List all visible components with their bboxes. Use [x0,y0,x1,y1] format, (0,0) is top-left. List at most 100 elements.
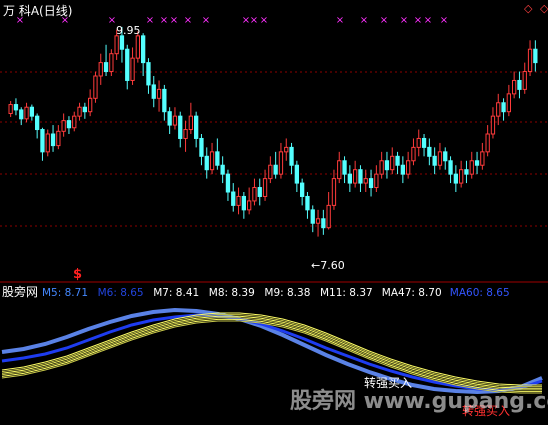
candle-body [167,111,172,126]
legend-item: M6: 8.65 [98,287,144,299]
candle-body [125,48,130,81]
candle-body [363,178,368,184]
candle-body [156,88,162,99]
candle-body [35,115,40,131]
signal-dollar-icon: $ [73,267,82,282]
candle-body [453,173,459,184]
candle-body [93,75,98,99]
top-marker: × [170,15,178,26]
candle-body [289,146,294,166]
series-line-m6 [1,313,543,392]
candle-body [326,204,331,229]
legend-item: M8: 8.39 [209,287,255,299]
candle-body [135,35,140,59]
high-price-label: 9.95 [116,24,141,37]
candle-body [13,104,19,111]
legend-item: M5: 8.71 [42,287,88,299]
candle-body [29,106,35,117]
indicator-name: 股旁网 [2,284,38,299]
candle-body [77,106,82,117]
candle-body [141,35,146,64]
legend-item: MA47: 8.70 [382,287,442,299]
candle-body [257,187,262,197]
candle-body [151,84,156,99]
candle-body [278,151,284,175]
low-price-label: ←7.60 [311,259,345,272]
candle-body [432,155,437,166]
candle-body [496,102,501,117]
candle-body [305,195,310,211]
candle-body [220,164,225,175]
candle-body [469,160,474,175]
diamond-icon[interactable]: ◇ [540,2,548,15]
candle-body [241,195,246,211]
top-marker: × [260,15,268,26]
top-marker: × [414,15,422,26]
candle-body [406,160,411,175]
candle-body [421,137,427,148]
candle-body [331,178,337,206]
top-marker: × [424,15,432,26]
candle-body [485,133,490,153]
candle-body [188,115,193,131]
candle-body [284,146,289,153]
candle-body [66,120,72,129]
candle-body [501,102,506,113]
candle-body [437,151,443,166]
top-marker: × [202,15,210,26]
candle-body [310,209,315,224]
chart-title: 万 科A(日线) [3,4,72,18]
top-marker: × [360,15,368,26]
legend-item: M7: 8.41 [153,287,199,299]
candle-body [390,155,395,171]
top-marker: × [160,15,168,26]
candle-body [400,164,406,175]
candle-body [262,178,268,197]
top-marker: × [440,15,448,26]
top-marker: × [250,15,258,26]
top-markers: × × × × × × × × × × × × × × × × × × [16,15,448,26]
candle-body [8,104,13,114]
candle-body [315,218,321,224]
legend-item: MA60: 8.65 [450,287,510,299]
candle-body [337,160,342,180]
candle-body [395,155,400,166]
candle-body [146,62,151,86]
candle-body [178,115,183,139]
indicator-legend: M5: 8.71 M6: 8.65 M7: 8.41 M8: 8.39 M9: 8.38… [42,287,510,299]
diamond-icon[interactable]: ◇ [524,2,533,15]
candle-body [353,169,358,184]
candle-body [416,137,421,148]
candle-body [56,130,61,147]
candle-body [215,151,220,166]
indicator-lines [1,307,543,395]
candle-body [199,137,204,157]
candle-body [427,146,432,157]
buy-signal-label: 转强买入 [364,375,412,390]
candle-body [231,191,236,206]
candle-body [114,35,119,55]
candle-body [368,178,374,189]
top-marker: × [336,15,344,26]
candle-body [88,97,93,113]
candle-body [533,48,538,64]
top-marker: × [380,15,388,26]
kline-chart: × × × × × × × × × × × × × × × × × × 万 科A(日线) ◇ ◇ 9.95 ←7.… [0,2,548,418]
candle-body [527,48,533,73]
candle-body [522,71,527,90]
candle-body [40,129,45,153]
candle-body [342,160,347,175]
candle-body [474,160,480,166]
candle-body [119,35,125,50]
candle-body [459,169,464,184]
candle-body [347,173,353,184]
watermark: 股旁网 www.gupang.com [290,388,548,414]
candle-body [236,195,241,206]
top-marker: × [400,15,408,26]
top-marker: × [108,15,116,26]
candle-body [50,133,56,147]
candle-body [204,155,209,171]
candle-body [384,160,390,171]
candle-body [98,62,103,77]
candle-body [103,62,109,73]
